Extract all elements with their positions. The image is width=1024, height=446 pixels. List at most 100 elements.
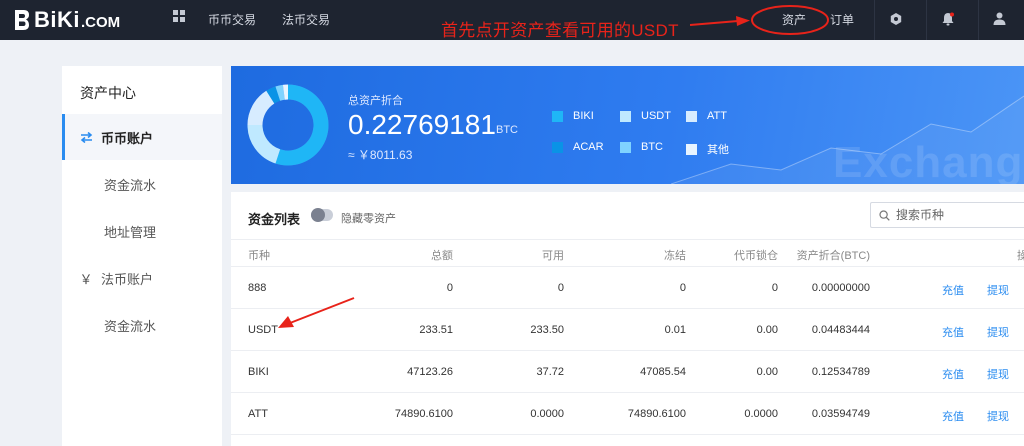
hide-zero-label: 隐藏零资产	[341, 213, 396, 225]
asset-center-sidebar: 资产中心 币币账户 资金流水 地址管理 ￥ 法币账户 资金流水	[62, 66, 222, 446]
legend-label: BTC	[641, 141, 663, 153]
cell-frozen: 0	[679, 282, 686, 294]
withdraw-link[interactable]: 提现	[987, 366, 1009, 382]
total-assets-label: 总资产折合	[348, 95, 403, 107]
cell-btc-value: 0.04483444	[811, 324, 870, 336]
sidebar-item-address-management[interactable]: 地址管理	[62, 208, 222, 254]
column-header-available: 可用	[542, 250, 564, 262]
sidebar-item-label: 资金流水	[104, 177, 157, 193]
cell-frozen: 47085.54	[640, 366, 686, 378]
legend-label: 其他	[707, 144, 729, 156]
sidebar-item-otc-funds-flow[interactable]: 资金流水	[62, 302, 222, 348]
logo-text: BiKi	[34, 7, 80, 32]
sidebar-item-label: 法币账户	[101, 271, 154, 287]
nav-otc-trading[interactable]: 法币交易	[282, 11, 330, 28]
legend-item: ATT	[686, 110, 727, 122]
column-header-frozen: 冻结	[664, 250, 686, 262]
table-row: ATT 74890.6100 0.0000 74890.6100 0.0000 …	[231, 393, 1024, 435]
cell-total: 74890.6100	[394, 408, 453, 420]
nav-assets[interactable]: 资产	[782, 11, 806, 28]
hide-zero-toggle[interactable]	[311, 208, 333, 222]
coin-search-input[interactable]	[896, 208, 1016, 222]
legend-item: BTC	[620, 141, 663, 153]
deposit-link[interactable]: 充值	[942, 408, 964, 424]
cell-btc-value: 0.03594749	[811, 408, 870, 420]
deposit-link[interactable]: 充值	[942, 324, 964, 340]
legend-swatch	[686, 110, 697, 122]
cell-total: 0	[446, 282, 453, 294]
total-assets-cny: ≈ ￥8011.63	[348, 148, 413, 162]
legend-label: USDT	[641, 110, 671, 122]
sidebar-item-label: 币币账户	[101, 130, 154, 146]
yen-icon: ￥	[79, 271, 93, 287]
sidebar-title: 资产中心	[80, 85, 136, 101]
bell-icon	[941, 12, 955, 29]
donut-slice-biki	[275, 84, 329, 166]
cell-total: 47123.26	[407, 366, 453, 378]
fund-list-title: 资金列表	[248, 212, 301, 227]
table-row: BIKI 47123.26 37.72 47085.54 0.00 0.1253…	[231, 351, 1024, 393]
search-icon	[879, 209, 890, 221]
cell-total: 233.51	[419, 324, 453, 336]
annotation-arrow-icon	[278, 297, 355, 328]
sidebar-item-otc-account[interactable]: ￥ 法币账户	[62, 255, 222, 301]
nav-spot-trading[interactable]: 币币交易	[208, 11, 256, 28]
cell-available: 233.50	[530, 324, 564, 336]
cell-available: 37.72	[536, 366, 564, 378]
donut-slice-acar	[266, 86, 281, 104]
fund-table-header: 币种 总额 可用 冻结 代币锁仓 资产折合(BTC) 操	[231, 239, 1024, 267]
coin-search-box	[870, 202, 1024, 228]
legend-item: ACAR	[552, 141, 604, 153]
cell-locked: 0.00	[756, 324, 778, 336]
total-assets-banner: Exchang 总资产折合 0.22769181 BTC ≈ ￥8011.63 …	[231, 66, 1024, 184]
column-header-locked: 代币锁仓	[734, 250, 778, 262]
nav-orders[interactable]: 订单	[830, 11, 854, 28]
legend-swatch	[552, 110, 563, 122]
cell-coin: USDT	[248, 324, 278, 336]
withdraw-link[interactable]: 提现	[987, 282, 1009, 298]
sidebar-item-label: 资金流水	[104, 318, 157, 334]
donut-slice-att	[247, 90, 275, 126]
sidebar-item-spot-funds-flow[interactable]: 资金流水	[62, 161, 222, 207]
cell-coin: ATT	[248, 408, 268, 420]
cell-frozen: 0.01	[664, 324, 686, 336]
toggle-knob	[311, 208, 325, 222]
total-assets-unit: BTC	[496, 124, 518, 136]
cell-locked: 0	[771, 282, 778, 294]
withdraw-link[interactable]: 提现	[987, 324, 1009, 340]
user-menu-button[interactable]	[978, 0, 1020, 40]
hexagon-icon	[890, 12, 902, 28]
grid-icon[interactable]	[173, 10, 185, 22]
column-header-total: 总额	[431, 250, 453, 262]
column-header-actions: 操	[1017, 250, 1024, 262]
donut-slice-btc	[275, 84, 285, 101]
cell-locked: 0.0000	[744, 408, 778, 420]
legend-item: 其他	[686, 141, 729, 157]
column-header-btc-value: 资产折合(BTC)	[796, 250, 870, 262]
notifications-button[interactable]	[926, 0, 968, 40]
legend-swatch	[620, 110, 631, 122]
settings-hex-button[interactable]	[874, 0, 916, 40]
annotation-arrow-icon	[690, 16, 750, 26]
withdraw-link[interactable]: 提现	[987, 408, 1009, 424]
column-header-coin: 币种	[248, 250, 270, 262]
cell-locked: 0.00	[756, 366, 778, 378]
deposit-link[interactable]: 充值	[942, 366, 964, 382]
brand-logo[interactable]: BiKi .COM	[14, 7, 120, 33]
deposit-link[interactable]: 充值	[942, 282, 964, 298]
cell-available: 0	[557, 282, 564, 294]
donut-slice-usdt	[247, 124, 281, 164]
legend-swatch	[620, 141, 631, 153]
cell-coin: 888	[248, 282, 267, 294]
sidebar-item-spot-account[interactable]: 币币账户	[62, 114, 222, 160]
annotation-text: 首先点开资产查看可用的USDT	[441, 21, 679, 40]
swap-icon	[79, 130, 93, 144]
asset-donut-chart	[247, 84, 329, 166]
top-navbar: BiKi .COM 币币交易 法币交易 首先点开资产查看可用的USDT 资产 订…	[0, 0, 1024, 40]
cell-btc-value: 0.00000000	[811, 282, 870, 294]
cell-coin: BIKI	[248, 366, 269, 378]
legend-swatch	[552, 141, 563, 153]
banner-watermark: Exchang	[833, 138, 1024, 184]
legend-swatch	[686, 143, 697, 155]
user-icon	[993, 12, 1006, 28]
